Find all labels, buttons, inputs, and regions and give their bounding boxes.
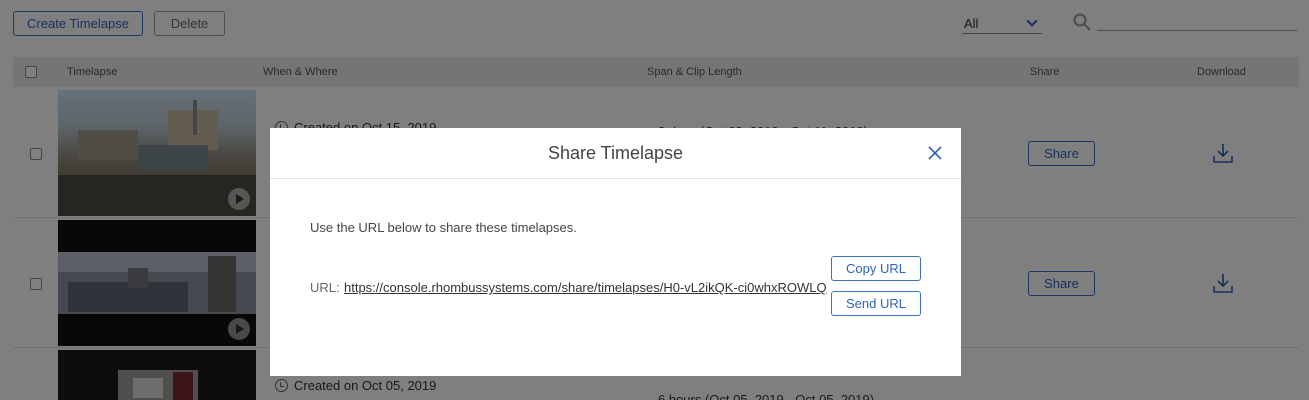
close-icon[interactable] (927, 145, 943, 161)
copy-url-button[interactable]: Copy URL (831, 256, 921, 281)
dialog-title: Share Timelapse (547, 143, 684, 163)
share-url-link[interactable]: https://console.rhombussystems.com/share… (344, 280, 827, 295)
url-label: URL: (310, 280, 340, 295)
dialog-description: Use the URL below to share these timelap… (310, 220, 577, 235)
send-url-button[interactable]: Send URL (831, 291, 921, 316)
share-timelapse-dialog: Share Timelapse Use the URL below to sha… (270, 128, 961, 376)
dialog-header: Share Timelapse (270, 128, 961, 179)
